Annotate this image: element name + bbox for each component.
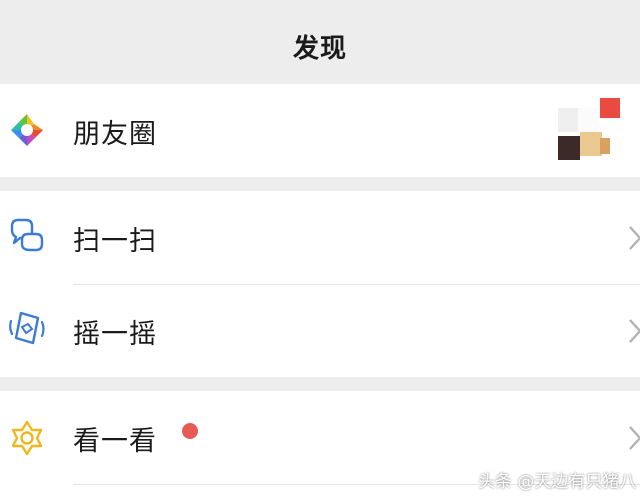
menu-item-moments[interactable]: 朋友圈 (0, 84, 640, 177)
moments-thumbnail (556, 96, 620, 160)
moments-group: 朋友圈 (0, 84, 640, 177)
page-title: 发现 (292, 34, 347, 64)
menu-item-label: 朋友圈 (73, 119, 157, 150)
chevron-right-icon (629, 226, 640, 250)
chevron-right-icon (629, 426, 640, 450)
watermark-text: 头条 @天边有只猪八 (478, 472, 637, 492)
scan-icon (10, 218, 44, 252)
menu-item-label: 扫一扫 (73, 226, 157, 257)
top-stories-icon (11, 420, 43, 456)
tools-group: 扫一扫 摇一摇 (0, 191, 640, 377)
menu-item-label: 摇一摇 (73, 319, 157, 350)
menu-item-shake[interactable]: 摇一摇 (0, 285, 640, 377)
new-content-badge (182, 423, 198, 439)
shake-icon (9, 311, 45, 345)
menu-item-scan[interactable]: 扫一扫 (0, 191, 640, 284)
status-bar (0, 0, 640, 14)
moments-aperture-icon (11, 114, 43, 146)
nav-bar: 发现 (0, 14, 640, 80)
chevron-right-icon (629, 319, 640, 343)
menu-item-label: 看一看 (73, 426, 157, 457)
